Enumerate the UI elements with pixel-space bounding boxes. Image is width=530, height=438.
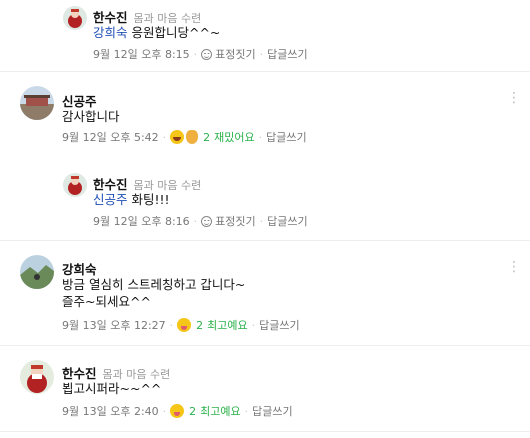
more-icon[interactable]: ⋮ bbox=[507, 259, 521, 275]
avatar[interactable] bbox=[63, 6, 87, 30]
reaction-count[interactable]: 2 bbox=[189, 405, 196, 418]
comment-meta: 9월 13일 오후 12:27 · 2 최고예요 · 답글쓰기 bbox=[62, 317, 300, 333]
comment-meta: 9월 12일 오후 8:16 · 표정짓기 · 답글쓰기 bbox=[93, 213, 308, 229]
avatar[interactable] bbox=[20, 86, 54, 120]
reply-button[interactable]: 답글쓰기 bbox=[267, 213, 307, 229]
smile-icon[interactable] bbox=[201, 48, 213, 60]
comment-text: 방금 열심히 스트레칭하고 갑니다~ bbox=[62, 276, 245, 293]
comment-body-line: 방금 열심히 스트레칭하고 갑니다~ bbox=[62, 277, 246, 292]
author-name[interactable]: 한수진 bbox=[93, 177, 128, 192]
tongue-emoji-icon[interactable] bbox=[177, 318, 192, 332]
reaction-label[interactable]: 최고예요 bbox=[200, 403, 240, 419]
comment-body: 화팅!!! bbox=[127, 192, 170, 207]
separator: · bbox=[259, 47, 264, 61]
separator: · bbox=[169, 318, 174, 332]
timestamp: 9월 13일 오후 2:40 bbox=[62, 405, 159, 418]
separator: · bbox=[259, 214, 264, 228]
author-name[interactable]: 한수진 bbox=[62, 366, 97, 381]
comment-text: 감사합니다 bbox=[62, 108, 120, 125]
react-button[interactable]: 표정짓기 bbox=[215, 46, 255, 62]
timestamp: 9월 12일 오후 5:42 bbox=[62, 131, 159, 144]
reply-button[interactable]: 답글쓰기 bbox=[252, 403, 292, 419]
reaction-count[interactable]: 2 bbox=[203, 131, 210, 144]
reaction-label[interactable]: 재밌어요 bbox=[214, 129, 254, 145]
author-name[interactable]: 강희숙 bbox=[62, 262, 97, 277]
author-name[interactable]: 신공주 bbox=[62, 94, 97, 109]
react-button[interactable]: 표정짓기 bbox=[215, 213, 255, 229]
comment-meta: 9월 12일 오후 8:15 · 표정짓기 · 답글쓰기 bbox=[93, 46, 308, 62]
separator: · bbox=[193, 214, 198, 228]
comment-text: 신공주 화팅!!! bbox=[93, 191, 170, 208]
timestamp: 9월 12일 오후 8:16 bbox=[93, 215, 190, 228]
mention-link[interactable]: 강희숙 bbox=[93, 25, 128, 40]
reaction-count[interactable]: 2 bbox=[196, 319, 203, 332]
reaction-label[interactable]: 최고예요 bbox=[207, 317, 247, 333]
timestamp: 9월 12일 오후 8:15 bbox=[93, 48, 190, 61]
smile-icon[interactable] bbox=[201, 215, 213, 227]
separator: · bbox=[162, 130, 167, 144]
comment-body: 감사합니다 bbox=[62, 109, 120, 124]
separator: · bbox=[193, 47, 198, 61]
comment-meta: 9월 13일 오후 2:40 · 2 최고예요 · 답글쓰기 bbox=[62, 403, 293, 419]
divider bbox=[0, 240, 530, 241]
comment-text: 강희숙 응원합니당^^~ bbox=[93, 24, 220, 41]
comment-text: 뵙고시퍼라~~^^ bbox=[62, 380, 161, 397]
divider bbox=[0, 431, 530, 432]
separator: · bbox=[258, 130, 263, 144]
reply-button[interactable]: 답글쓰기 bbox=[259, 317, 299, 333]
comment-text: 즐주~되세요^^ bbox=[62, 293, 151, 310]
avatar[interactable] bbox=[20, 255, 54, 289]
separator: · bbox=[244, 404, 249, 418]
divider bbox=[0, 71, 530, 72]
comment-body-line: 즐주~되세요^^ bbox=[62, 294, 151, 309]
clap-emoji-icon[interactable] bbox=[186, 130, 199, 144]
reply-button[interactable]: 답글쓰기 bbox=[266, 129, 306, 145]
divider bbox=[0, 345, 530, 346]
mention-link[interactable]: 신공주 bbox=[93, 192, 128, 207]
avatar[interactable] bbox=[63, 173, 87, 197]
comment-meta: 9월 12일 오후 5:42 · 2 재밌어요 · 답글쓰기 bbox=[62, 129, 307, 145]
reply-button[interactable]: 답글쓰기 bbox=[267, 46, 307, 62]
timestamp: 9월 13일 오후 12:27 bbox=[62, 319, 166, 332]
laugh-emoji-icon[interactable] bbox=[170, 130, 185, 144]
tongue-emoji-icon[interactable] bbox=[170, 404, 185, 418]
separator: · bbox=[162, 404, 167, 418]
avatar[interactable] bbox=[20, 360, 54, 394]
separator: · bbox=[251, 318, 256, 332]
comment-body: 뵙고시퍼라~~^^ bbox=[62, 381, 162, 396]
more-icon[interactable]: ⋮ bbox=[507, 90, 521, 106]
comment-body: 응원합니당^^~ bbox=[127, 25, 221, 40]
author-name[interactable]: 한수진 bbox=[93, 10, 128, 25]
